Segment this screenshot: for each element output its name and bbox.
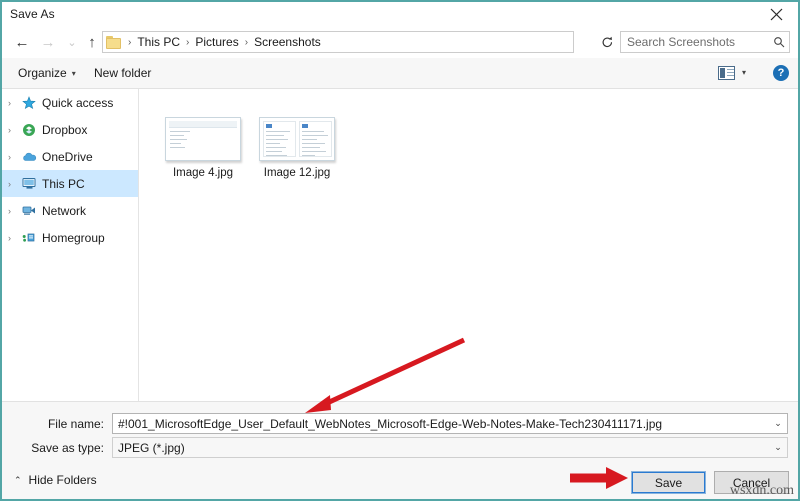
search-box[interactable]: Search Screenshots: [620, 31, 790, 53]
sidebar-item-label: This PC: [42, 176, 85, 191]
sidebar-item-label: Homegroup: [42, 230, 105, 245]
change-view-dropdown-icon[interactable]: ▾: [742, 68, 746, 77]
hide-folders-label: Hide Folders: [28, 473, 97, 487]
sidebar-item-label: Quick access: [42, 95, 114, 110]
refresh-button[interactable]: [596, 31, 618, 53]
new-folder-label: New folder: [94, 66, 152, 80]
save-as-type-label-static: Save as type:: [31, 441, 104, 455]
title-bar: Save As: [2, 2, 798, 26]
expander-icon[interactable]: ›: [8, 206, 22, 216]
folder-icon: [106, 35, 122, 49]
sidebar-item-label: Dropbox: [42, 122, 88, 137]
breadcrumb[interactable]: › This PC › Pictures › Screenshots: [102, 31, 574, 53]
refresh-icon: [602, 36, 612, 47]
sidebar-item-dropbox[interactable]: › Dropbox: [2, 116, 138, 143]
save-as-type-select[interactable]: JPEG (*.jpg) ⌄: [112, 437, 788, 458]
file-thumbnail: [259, 117, 335, 161]
back-button[interactable]: ←: [10, 30, 34, 54]
search-input[interactable]: Search Screenshots: [621, 35, 769, 49]
sidebar-item-this-pc[interactable]: › This PC: [2, 170, 138, 197]
breadcrumb-item-screenshots[interactable]: Screenshots: [252, 35, 323, 49]
breadcrumb-separator-2: ›: [244, 36, 249, 48]
file-form-area: File name: #!001_MicrosoftEdge_User_Defa…: [2, 401, 798, 464]
breadcrumb-separator-0: ›: [128, 36, 132, 48]
breadcrumb-item-this-pc[interactable]: This PC: [135, 35, 182, 49]
action-bar: ⌃ Hide Folders Save Cancel: [2, 463, 798, 499]
organize-label: Organize: [18, 66, 67, 80]
file-list-pane[interactable]: Image 4.jpg Image 12.jpg: [139, 89, 798, 401]
sidebar-item-network[interactable]: › Network: [2, 197, 138, 224]
back-arrow-icon: ←: [14, 33, 30, 51]
file-name-input[interactable]: #!001_MicrosoftEdge_User_Default_WebNote…: [112, 413, 788, 434]
help-icon[interactable]: ?: [773, 65, 789, 81]
command-bar: Organize ▾ New folder ▾ ?: [2, 58, 798, 89]
chevron-up-icon: ⌃: [14, 474, 22, 485]
watermark: wsxdn.com: [729, 483, 794, 498]
chevron-down-icon: ▾: [71, 68, 76, 78]
save-as-dialog-screenshot: Save As ← → ⌄ ↑ › This PC › Pictures › S…: [0, 0, 800, 501]
navigation-bar: ← → ⌄ ↑ › This PC › Pictures › Screensho…: [2, 26, 798, 58]
file-thumbnail: [165, 117, 241, 161]
file-name-label: Image 12.jpg: [263, 167, 331, 179]
expander-icon[interactable]: ›: [8, 179, 22, 189]
hide-folders-button[interactable]: ⌃ Hide Folders: [14, 473, 97, 487]
organize-button[interactable]: Organize ▾: [18, 64, 76, 82]
sidebar-item-label: Network: [42, 203, 87, 218]
breadcrumb-item-pictures[interactable]: Pictures: [193, 35, 240, 49]
file-name-value[interactable]: #!001_MicrosoftEdge_User_Default_WebNote…: [113, 417, 769, 431]
window-title: Save As: [10, 7, 55, 21]
forward-button[interactable]: →: [36, 30, 60, 54]
chevron-down-icon[interactable]: ⌄: [769, 442, 787, 453]
cloud-icon: [22, 150, 40, 164]
new-folder-button[interactable]: New folder: [94, 64, 151, 82]
star-icon: [22, 95, 40, 110]
network-icon: [22, 204, 40, 217]
save-as-type-value[interactable]: JPEG (*.jpg): [113, 441, 769, 455]
file-name-label-static: File name:: [47, 417, 104, 431]
expander-icon[interactable]: ›: [8, 98, 22, 108]
navigation-pane: › Quick access › Dropbox › OneDrive › Th…: [2, 89, 139, 401]
expander-icon[interactable]: ›: [8, 152, 22, 162]
file-name-label: Image 4.jpg: [172, 167, 234, 179]
file-item-image-12[interactable]: Image 12.jpg: [249, 117, 345, 179]
sidebar-item-onedrive[interactable]: › OneDrive: [2, 143, 138, 170]
homegroup-icon: [22, 231, 40, 244]
save-button[interactable]: Save: [631, 471, 706, 494]
sidebar-item-label: OneDrive: [42, 149, 93, 164]
dropbox-icon: [22, 123, 40, 137]
forward-arrow-icon: →: [40, 33, 56, 51]
expander-icon[interactable]: ›: [8, 233, 22, 243]
close-icon: [770, 8, 782, 20]
close-button[interactable]: [754, 2, 798, 26]
sidebar-item-quick-access[interactable]: › Quick access: [2, 89, 138, 116]
monitor-icon: [22, 177, 40, 190]
expander-icon[interactable]: ›: [8, 125, 22, 135]
save-as-dialog-window: Save As ← → ⌄ ↑ › This PC › Pictures › S…: [2, 2, 798, 499]
sidebar-item-homegroup[interactable]: › Homegroup: [2, 224, 138, 251]
chevron-down-icon: ⌄: [67, 36, 77, 49]
search-icon: [769, 36, 789, 48]
breadcrumb-separator-1: ›: [186, 36, 190, 48]
up-button[interactable]: ↑: [80, 30, 104, 54]
chevron-down-icon[interactable]: ⌄: [769, 418, 787, 429]
file-item-image-4[interactable]: Image 4.jpg: [155, 117, 251, 179]
change-view-icon[interactable]: [718, 66, 735, 80]
up-arrow-icon: ↑: [88, 33, 96, 51]
